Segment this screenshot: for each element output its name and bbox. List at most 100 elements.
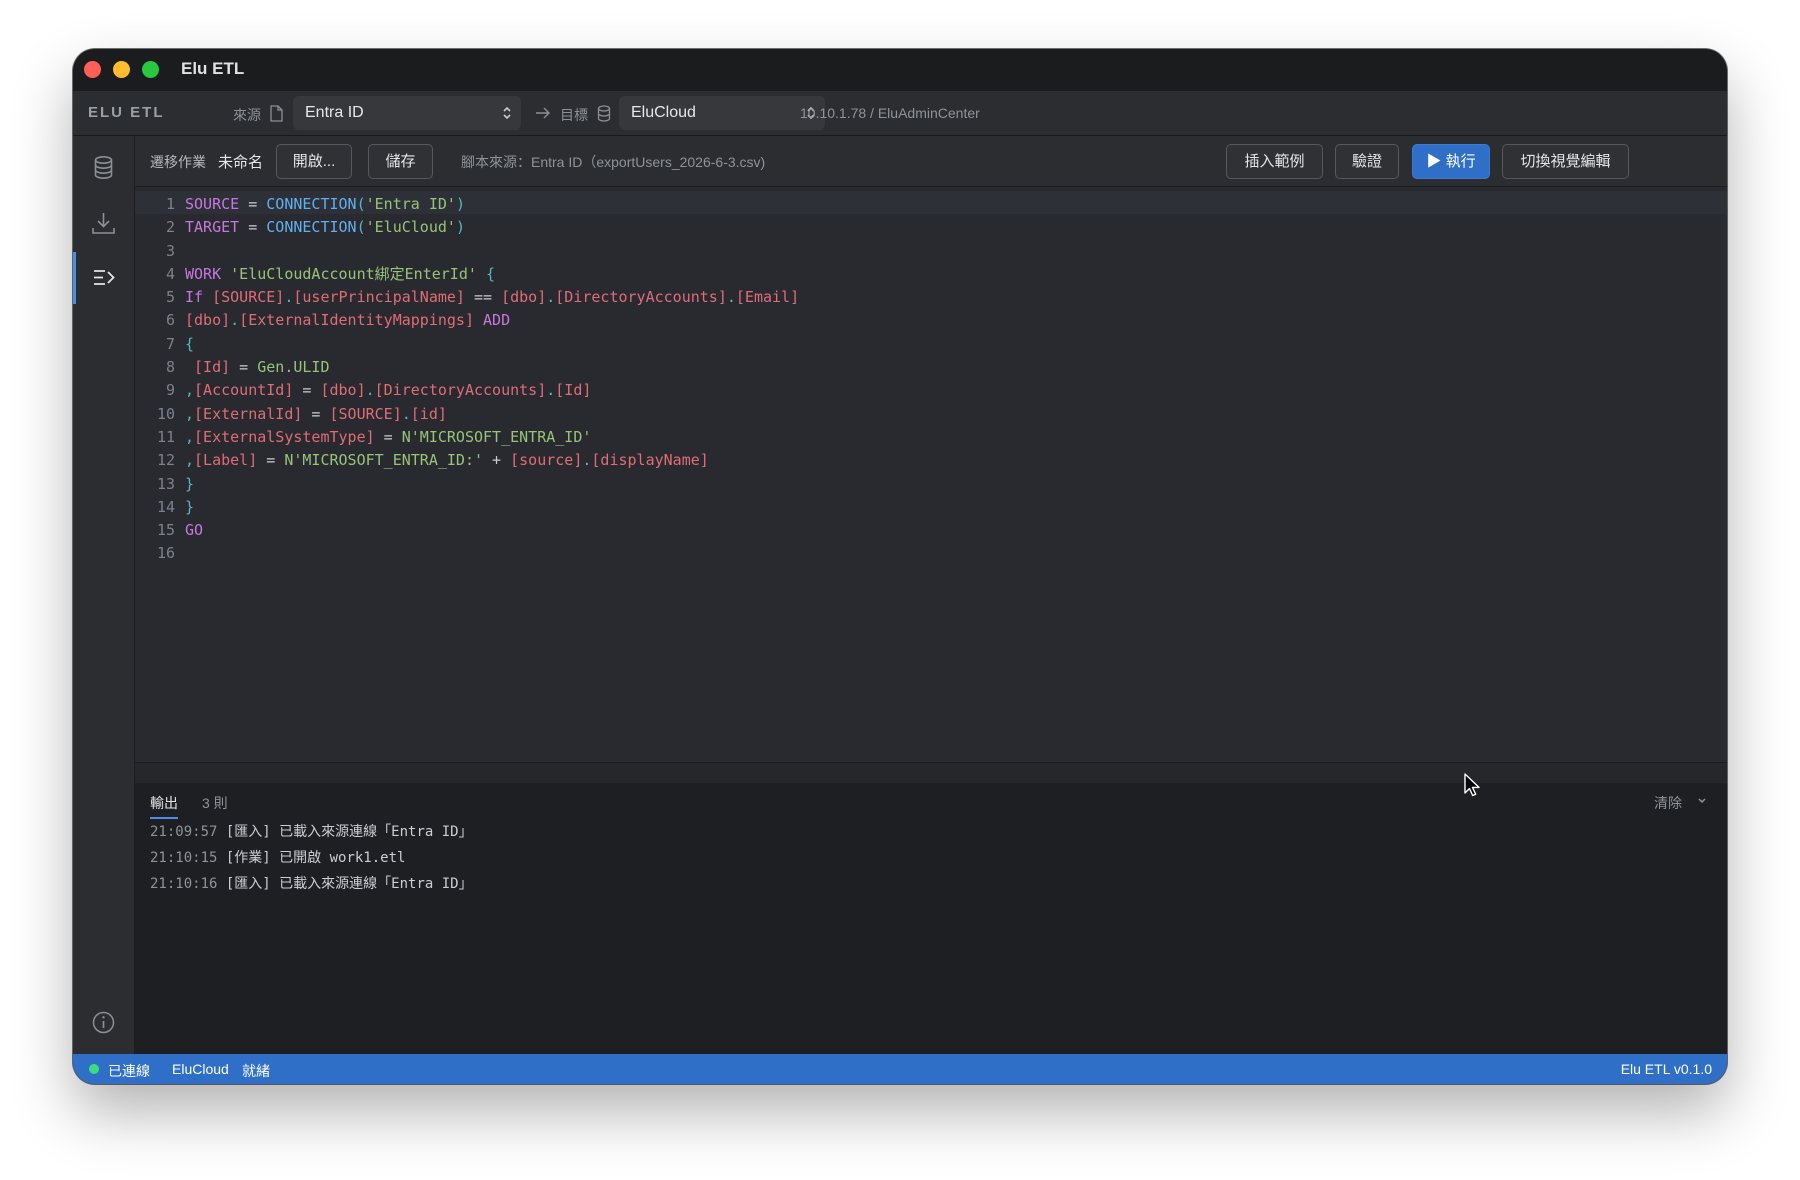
code-token: [SOURCE]: [329, 404, 402, 423]
code-token: [displayName]: [591, 451, 709, 470]
brand-label: ELU ETL: [88, 104, 165, 121]
line-number: 7: [165, 334, 175, 353]
line-number: 8: [165, 358, 175, 377]
code-token: ==: [464, 288, 502, 307]
window-title: Elu ETL: [181, 59, 245, 78]
log-message: [匯入] 已載入來源連線「Entra ID」: [217, 876, 473, 892]
validate-button[interactable]: 驗證: [1335, 144, 1399, 179]
code-line: {: [185, 333, 799, 356]
code-line: WORK 'EluCloudAccount綁定EnterId' {: [185, 263, 799, 286]
code-token: [source]: [510, 451, 583, 470]
clear-output-button[interactable]: 清除: [1654, 793, 1682, 813]
file-icon: [270, 105, 283, 122]
chevron-down-icon[interactable]: [1695, 793, 1709, 807]
sidebar: [73, 136, 135, 1054]
panel-splitter[interactable]: [135, 762, 1727, 783]
code-token: [dbo]: [501, 288, 547, 307]
code-token: .: [365, 381, 375, 400]
open-button[interactable]: 開啟...: [276, 144, 352, 179]
connection-bar: ELU ETL 來源 Entra ID 目標 EluCloud 10.10.1.…: [73, 91, 1727, 136]
code-token: TARGET: [185, 218, 240, 237]
code-line: [Id] = Gen.ULID: [185, 356, 799, 379]
line-number: 12: [156, 451, 175, 470]
maximize-window-button[interactable]: [142, 61, 159, 78]
save-button[interactable]: 儲存: [368, 144, 433, 179]
code-token: (: [356, 195, 366, 213]
code-token: CONNECTION: [266, 195, 357, 213]
code-token: {: [185, 334, 195, 353]
code-token: .: [546, 381, 556, 400]
script-icon[interactable]: [90, 264, 117, 291]
log-timestamp: 21:09:57: [150, 824, 218, 840]
minimize-window-button[interactable]: [113, 61, 130, 78]
code-token: {: [485, 264, 495, 283]
code-token: [ExternalIdentityMappings]: [239, 311, 474, 330]
info-icon[interactable]: [90, 1009, 117, 1036]
app-window: Elu ETL ELU ETL 來源 Entra ID 目標 EluCloud: [73, 49, 1727, 1084]
output-count: 3 則: [202, 795, 228, 811]
insert-example-button[interactable]: 插入範例: [1226, 144, 1323, 179]
code-token: =: [230, 358, 258, 377]
target-select[interactable]: EluCloud: [619, 96, 825, 130]
line-number: 4: [165, 264, 175, 283]
code-token: [DirectoryAccounts]: [374, 381, 547, 400]
code-token: [dbo]: [185, 311, 231, 330]
code-token: ,: [185, 404, 195, 423]
close-window-button[interactable]: [84, 61, 101, 78]
code-token: [ExternalId]: [194, 404, 303, 423]
code-token: ,: [185, 451, 195, 470]
code-token: =: [293, 381, 321, 400]
status-bar: 已連線 EluCloud 就緒 Elu ETL v0.1.0: [73, 1054, 1727, 1084]
code-line: ,[Label] = N'MICROSOFT_ENTRA_ID:' + [sou…: [185, 449, 799, 472]
database-icon: [597, 105, 611, 122]
code-token: [userPrincipalName]: [293, 288, 465, 307]
line-number: 15: [156, 521, 175, 540]
code-content[interactable]: SOURCE = CONNECTION('Entra ID') TARGET = …: [185, 193, 799, 566]
log-timestamp: 21:10:15: [150, 850, 218, 866]
log-entry: 21:10:15 [作業] 已開啟 work1.etl: [150, 845, 473, 871]
target-select-value: EluCloud: [631, 104, 696, 121]
target-label: 目標: [560, 107, 588, 123]
source-select-value: Entra ID: [305, 104, 364, 121]
code-token: [ExternalSystemType]: [194, 427, 375, 446]
code-token: }: [185, 474, 195, 493]
code-token: .: [726, 288, 736, 307]
line-number: 13: [156, 474, 175, 493]
line-number-gutter: 1 2 3 4 5 6 7 8 9 10 11 12 13 14 15 16: [135, 193, 175, 566]
log-message: [匯入] 已載入來源連線「Entra ID」: [217, 824, 473, 840]
output-log: 21:09:57 [匯入] 已載入來源連線「Entra ID」 21:10:15 …: [150, 819, 473, 897]
line-number: 16: [156, 544, 175, 563]
job-name: 未命名: [218, 154, 264, 171]
code-token: 'EluCloud': [365, 218, 456, 237]
code-token: ): [455, 218, 465, 237]
toggle-visual-editor-button[interactable]: 切換視覺編輯: [1502, 144, 1629, 179]
download-icon[interactable]: [90, 210, 117, 237]
code-line: }: [185, 496, 799, 519]
code-token: =: [239, 218, 267, 237]
line-number: 3: [165, 241, 175, 260]
tab-output[interactable]: 輸出: [150, 793, 178, 819]
source-select[interactable]: Entra ID: [293, 96, 521, 130]
code-token: [Id]: [555, 381, 592, 400]
code-token: Gen.ULID: [257, 358, 330, 377]
code-line: ,[AccountId] = [dbo].[DirectoryAccounts]…: [185, 379, 799, 402]
code-line: }: [185, 473, 799, 496]
database-icon[interactable]: [90, 154, 117, 181]
run-button[interactable]: ▶ 執行: [1412, 144, 1490, 179]
code-token: 'Entra ID': [365, 195, 456, 213]
code-token: ,: [185, 381, 195, 400]
code-token: ,: [185, 427, 195, 446]
code-editor[interactable]: 1 2 3 4 5 6 7 8 9 10 11 12 13 14 15 16 SOURCE = CONNECT…: [135, 187, 1727, 762]
chevron-updown-icon: [503, 106, 511, 120]
code-token: +: [483, 451, 511, 470]
code-token: N'MICROSOFT_ENTRA_ID': [401, 427, 592, 446]
log-entry: 21:10:16 [匯入] 已載入來源連線「Entra ID」: [150, 871, 473, 897]
output-panel: 輸出 3 則 清除 21:09:57 [匯入] 已載入來源連線「Entra ID…: [135, 783, 1727, 1054]
code-token: =: [374, 427, 402, 446]
line-number: 5: [165, 288, 175, 307]
mouse-cursor-icon: [1464, 773, 1480, 797]
